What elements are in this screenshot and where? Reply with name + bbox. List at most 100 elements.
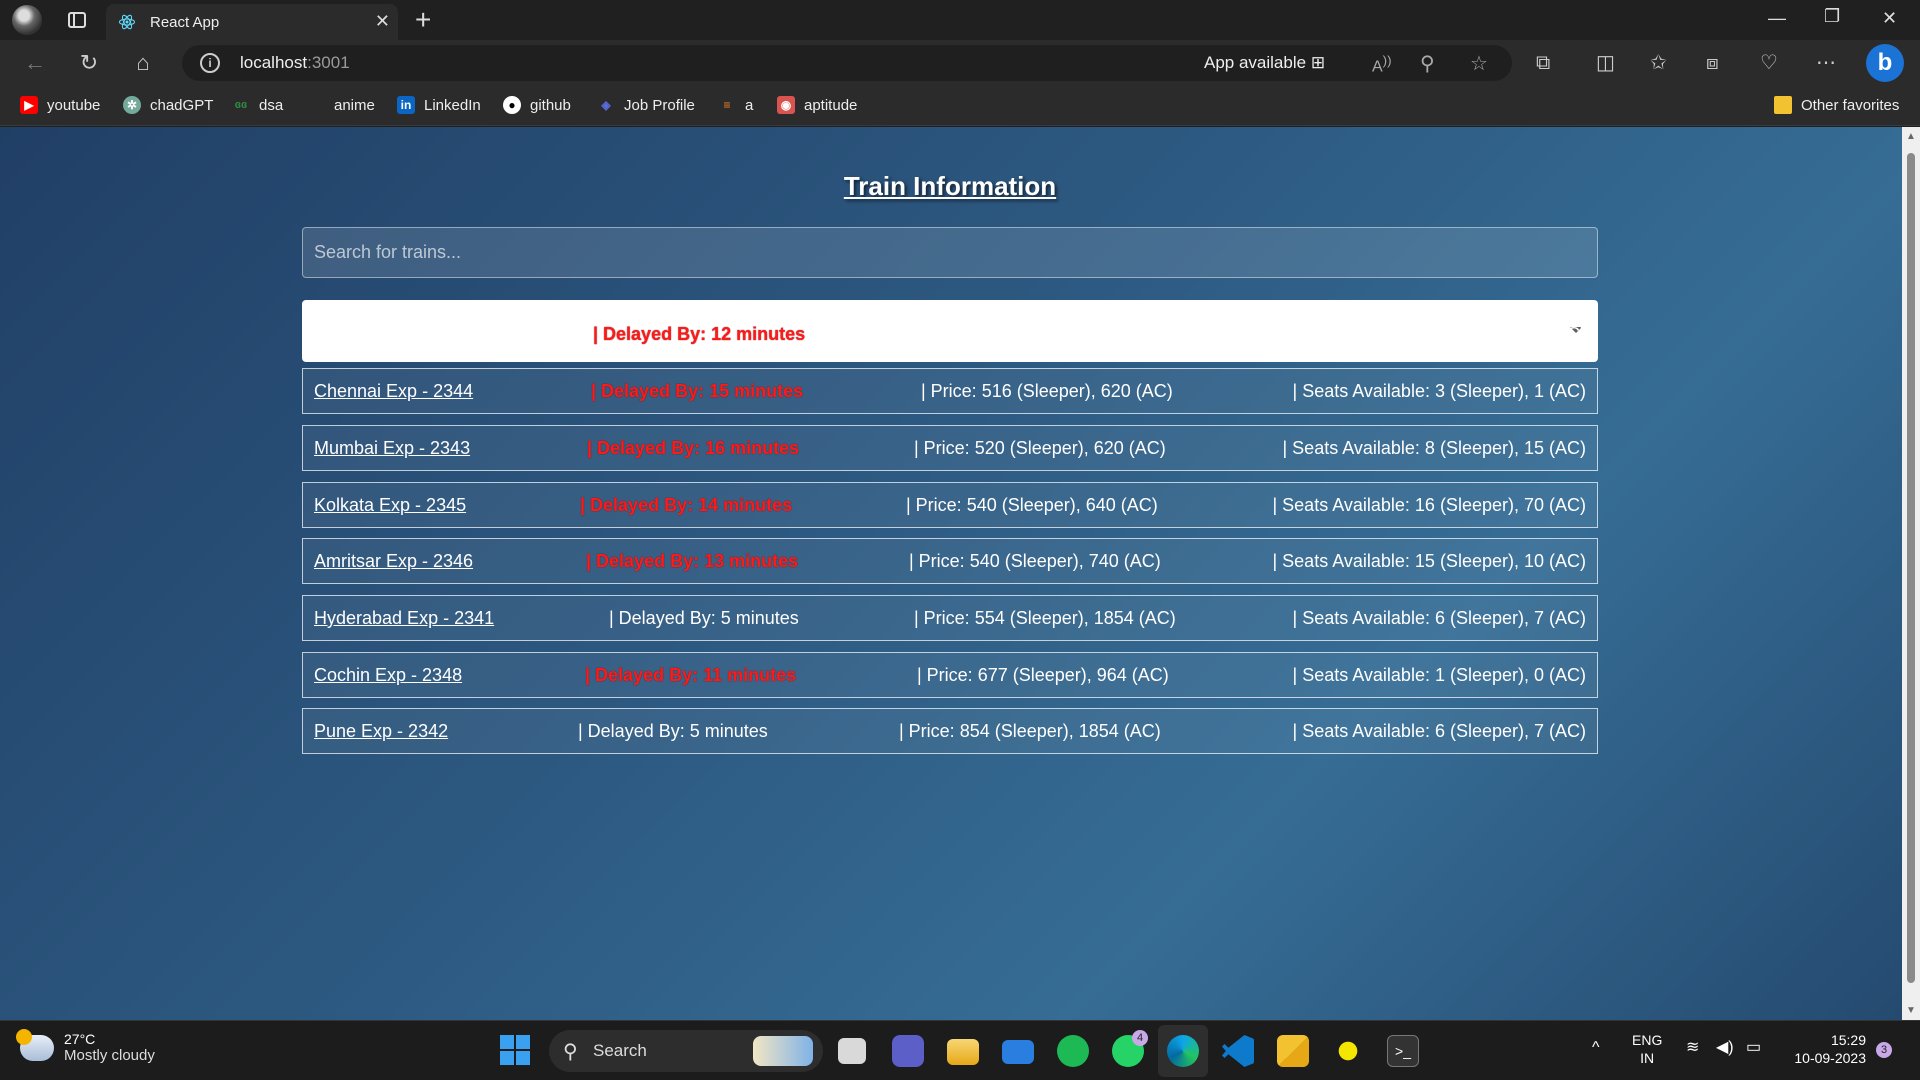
site-info-icon[interactable]: i: [200, 53, 220, 73]
search-highlight-icon: [753, 1036, 813, 1066]
bookmark-chadgpt[interactable]: ✲ chadGPT: [123, 96, 213, 114]
bing-copilot-icon[interactable]: b: [1866, 44, 1904, 82]
teams-chat-icon[interactable]: [892, 1035, 924, 1067]
favorite-star-icon[interactable]: ☆: [1470, 51, 1488, 76]
close-tab-icon[interactable]: ✕: [375, 12, 390, 30]
home-icon[interactable]: ⌂: [128, 48, 158, 78]
train-seats: | Seats Available: 1 (Sleeper), 0 (AC): [1292, 665, 1586, 685]
train-name-link[interactable]: Lucknow Exp - 2347: [314, 324, 477, 345]
wifi-icon[interactable]: ≋: [1686, 1039, 1699, 1057]
browser-essentials-icon[interactable]: ♡: [1760, 52, 1778, 74]
train-name-link[interactable]: Kolkata Exp - 2345: [314, 495, 466, 516]
split-screen-icon[interactable]: ◫: [1596, 52, 1615, 74]
file-explorer-icon[interactable]: [947, 1039, 979, 1065]
taskbar-search[interactable]: ⚲ Search: [549, 1030, 823, 1072]
task-view-icon[interactable]: [838, 1038, 866, 1064]
clock[interactable]: 15:29 10-09-2023: [1784, 1031, 1866, 1067]
clock-time: 15:29: [1830, 1032, 1866, 1048]
train-seats: | Seats Available: 6 (Sleeper), 7 (AC): [1292, 608, 1586, 628]
minimize-icon[interactable]: —: [1768, 8, 1786, 29]
profile-avatar[interactable]: [12, 5, 42, 35]
scroll-up-icon[interactable]: ▲: [1906, 131, 1916, 142]
weather-widget[interactable]: 27°C Mostly cloudy: [16, 1028, 155, 1064]
page-title: Train Information: [843, 171, 1057, 201]
tab-react-app[interactable]: React App ✕: [106, 4, 398, 40]
refresh-icon[interactable]: ↻: [74, 48, 104, 78]
whatsapp-badge: 4: [1132, 1030, 1148, 1046]
url-host: localhost: [240, 53, 308, 72]
bookmark-a[interactable]: ≡ a: [718, 96, 753, 114]
train-name-link[interactable]: Amritsar Exp - 2346: [314, 551, 473, 572]
sticky-notes-icon[interactable]: [1277, 1035, 1309, 1067]
extensions-icon[interactable]: ⧉: [1536, 52, 1550, 74]
read-aloud-icon[interactable]: A)): [1372, 53, 1392, 76]
vscode-icon[interactable]: [1222, 1035, 1254, 1067]
train-row: Mumbai Exp - 2343 | Delayed By: 16 minut…: [302, 425, 1598, 471]
train-price: | Price: 554 (Sleeper), 1854 (AC): [914, 608, 1176, 628]
windows-start-icon[interactable]: [500, 1035, 530, 1065]
zoom-icon[interactable]: ⚲: [1420, 51, 1435, 76]
train-delay: | Delayed By: 12 minutes: [593, 324, 806, 344]
bookmark-label: youtube: [47, 96, 101, 114]
bookmark-label: a: [745, 96, 754, 114]
train-delay: | Delayed By: 15 minutes: [591, 381, 804, 401]
mail-icon[interactable]: [1002, 1040, 1034, 1064]
train-price: | Price: 516 (Sleeper), 620 (AC): [921, 381, 1173, 401]
train-name-link[interactable]: Cochin Exp - 2348: [314, 665, 462, 686]
page-scrollbar[interactable]: ▲ ▼: [1902, 127, 1920, 1020]
train-row: Cochin Exp - 2348 | Delayed By: 11 minut…: [302, 652, 1598, 698]
taskbar-search-label: Search: [593, 1041, 647, 1060]
bookmark-label: dsa: [259, 96, 284, 114]
weather-condition: Mostly cloudy: [64, 1047, 155, 1064]
spotify-icon[interactable]: [1057, 1035, 1089, 1067]
address-bar[interactable]: i localhost:3001 App available ⊞ A)) ⚲ ☆: [182, 45, 1512, 81]
language-indicator[interactable]: ENG IN: [1632, 1031, 1662, 1067]
taskbar: 27°C Mostly cloudy ⚲ Search 4 >_ ^ ENG I…: [0, 1020, 1920, 1080]
app-install-icon: ⊞: [1310, 53, 1326, 72]
train-name-link[interactable]: Chennai Exp - 2344: [314, 381, 473, 402]
terminal-icon[interactable]: >_: [1387, 1035, 1419, 1067]
bookmark-aptitude[interactable]: ◉ aptitude: [777, 96, 857, 114]
restore-icon[interactable]: ❐: [1824, 6, 1840, 27]
train-name-link[interactable]: Pune Exp - 2342: [314, 721, 448, 742]
train-search-input[interactable]: [302, 227, 1598, 278]
bookmark-linkedin[interactable]: in LinkedIn: [397, 96, 481, 114]
volume-icon[interactable]: ◀): [1716, 1039, 1734, 1057]
train-price: | Price: 520 (Sleeper), 620 (AC): [914, 438, 1166, 458]
train-row: Chennai Exp - 2344 | Delayed By: 15 minu…: [302, 368, 1598, 414]
bookmark-label: anime: [334, 96, 375, 114]
favorites-icon[interactable]: ✩: [1650, 52, 1667, 74]
battery-icon[interactable]: ▭: [1746, 1039, 1761, 1057]
notification-badge[interactable]: 3: [1876, 1042, 1892, 1058]
url-text[interactable]: localhost:3001: [240, 53, 350, 73]
more-options-icon[interactable]: ⋯: [1816, 52, 1836, 74]
bookmark-dsa[interactable]: ɞɞ dsa: [232, 96, 283, 114]
bookmark-anime[interactable]: anime: [307, 96, 375, 114]
eye-app-icon[interactable]: [1332, 1035, 1364, 1067]
bookmark-youtube[interactable]: ▶ youtube: [20, 96, 100, 114]
train-row: Lucknow Exp - 2347 | Delayed By: 12 minu…: [302, 311, 1598, 357]
bookmark-label: aptitude: [804, 96, 858, 114]
other-favorites[interactable]: Other favorites: [1774, 96, 1899, 114]
app-available-button[interactable]: App available ⊞: [1204, 53, 1325, 73]
scrollbar-thumb[interactable]: [1907, 153, 1915, 983]
bookmark-job-profile[interactable]: ◈ Job Profile: [597, 96, 695, 114]
train-seats: | Seats Available: 15 (Sleeper), 10 (AC): [1272, 551, 1586, 571]
collections-icon[interactable]: ⧈: [1706, 52, 1719, 74]
tab-actions-icon[interactable]: [68, 12, 86, 28]
train-name-link[interactable]: Hyderabad Exp - 2341: [314, 608, 494, 629]
train-delay: | Delayed By: 14 minutes: [580, 495, 793, 515]
new-tab-icon[interactable]: +: [415, 4, 431, 36]
bookmark-label: chadGPT: [150, 96, 214, 114]
youtube-icon: ▶: [20, 96, 38, 114]
window-close-icon[interactable]: ✕: [1882, 8, 1897, 29]
bookmark-github[interactable]: ● github: [503, 96, 571, 114]
show-hidden-icons-icon[interactable]: ^: [1592, 1039, 1600, 1057]
edge-icon[interactable]: [1167, 1035, 1199, 1067]
back-icon[interactable]: ←: [20, 48, 50, 78]
scroll-down-icon[interactable]: ▼: [1906, 1005, 1916, 1016]
train-name-link[interactable]: Mumbai Exp - 2343: [314, 438, 470, 459]
bookmark-label: LinkedIn: [424, 96, 481, 114]
train-seats: | Seats Available: 3 (Sleeper), 1 (AC): [1292, 381, 1586, 401]
chatgpt-icon: ✲: [123, 96, 141, 114]
